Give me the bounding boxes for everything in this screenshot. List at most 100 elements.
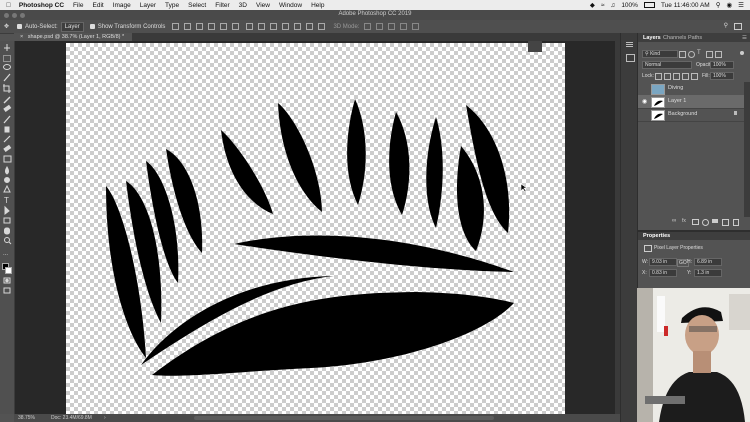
clock[interactable]: Tue 11:46:00 AM bbox=[661, 2, 710, 9]
add-mask-icon[interactable] bbox=[692, 219, 699, 225]
adjustment-layer-icon[interactable] bbox=[702, 219, 709, 226]
apple-icon[interactable]:  bbox=[6, 2, 11, 9]
screen-mode-icon[interactable] bbox=[3, 287, 11, 294]
visibility-eye-icon[interactable]: ◉ bbox=[642, 98, 647, 105]
align-vcenter-icon[interactable] bbox=[184, 23, 192, 30]
3d-orbit-icon[interactable] bbox=[364, 23, 372, 30]
marquee-tool[interactable] bbox=[3, 55, 11, 62]
background-color-swatch[interactable] bbox=[5, 267, 12, 274]
width-field[interactable]: 9.03 in bbox=[649, 258, 677, 266]
filter-pixel-icon[interactable] bbox=[679, 51, 686, 58]
distribute-top-icon[interactable] bbox=[246, 23, 254, 30]
menu-edit[interactable]: Edit bbox=[93, 2, 104, 9]
lock-position-icon[interactable] bbox=[673, 73, 680, 80]
filter-toggle-icon[interactable] bbox=[740, 51, 744, 55]
notification-center-icon[interactable]: ☰ bbox=[738, 1, 744, 9]
search-icon[interactable]: ⚲ bbox=[724, 22, 728, 29]
menu-help[interactable]: Help bbox=[311, 2, 324, 9]
menu-image[interactable]: Image bbox=[113, 2, 131, 9]
distribute-vcenter-icon[interactable] bbox=[258, 23, 266, 30]
rotate-view-icon[interactable] bbox=[528, 41, 542, 52]
3d-pan-icon[interactable] bbox=[388, 23, 396, 30]
align-bottom-icon[interactable] bbox=[196, 23, 204, 30]
menu-3d[interactable]: 3D bbox=[239, 2, 247, 9]
siri-icon[interactable]: ◉ bbox=[727, 1, 733, 9]
3d-slide-icon[interactable] bbox=[400, 23, 408, 30]
tab-layers[interactable]: Layers bbox=[643, 35, 661, 41]
volume-icon[interactable]: ♫ bbox=[610, 2, 615, 9]
status-menu-arrow-icon[interactable]: › bbox=[104, 415, 106, 421]
crop-tool[interactable] bbox=[3, 84, 11, 93]
eraser-tool[interactable] bbox=[3, 144, 12, 153]
align-hcenter-icon[interactable] bbox=[220, 23, 228, 30]
y-field[interactable]: 1.3 in bbox=[694, 269, 722, 277]
menu-layer[interactable]: Layer bbox=[140, 2, 156, 9]
tab-paths[interactable]: Paths bbox=[688, 35, 702, 41]
quick-select-tool[interactable] bbox=[3, 73, 11, 82]
lock-all-icon[interactable] bbox=[691, 73, 698, 80]
brush-tool[interactable] bbox=[3, 115, 11, 124]
move-tool-icon[interactable]: ✥ bbox=[4, 23, 9, 30]
document-canvas[interactable] bbox=[66, 43, 565, 414]
close-tab-icon[interactable]: × bbox=[20, 34, 23, 40]
filter-smart-object-icon[interactable] bbox=[715, 51, 722, 58]
move-tool[interactable] bbox=[4, 44, 10, 51]
zoom-tool[interactable] bbox=[4, 237, 12, 245]
new-group-icon[interactable] bbox=[712, 219, 718, 223]
shape-tool[interactable] bbox=[3, 217, 11, 224]
distribute-right-icon[interactable] bbox=[306, 23, 314, 30]
history-brush-tool[interactable] bbox=[3, 135, 11, 143]
fill-field[interactable]: 100% bbox=[710, 72, 734, 80]
trash-icon[interactable] bbox=[733, 219, 739, 226]
distribute-hcenter-icon[interactable] bbox=[294, 23, 302, 30]
wifi-icon[interactable]: ≈ bbox=[601, 2, 605, 9]
opacity-field[interactable]: 100% bbox=[710, 61, 734, 69]
filter-shape-icon[interactable] bbox=[706, 51, 713, 58]
layers-scrollbar[interactable] bbox=[744, 82, 750, 217]
menu-view[interactable]: View bbox=[256, 2, 270, 9]
workspace-icon[interactable] bbox=[734, 23, 742, 30]
blend-mode-dropdown[interactable]: Normal bbox=[642, 61, 692, 69]
healing-brush-tool[interactable] bbox=[3, 104, 12, 113]
gradient-tool[interactable] bbox=[3, 155, 12, 163]
tab-channels[interactable]: Channels bbox=[663, 35, 686, 41]
blur-tool[interactable] bbox=[5, 166, 9, 175]
menu-file[interactable]: File bbox=[73, 2, 83, 9]
layer-row-background[interactable]: Background bbox=[638, 108, 744, 122]
dropbox-icon[interactable]: ◆ bbox=[590, 1, 595, 9]
menu-type[interactable]: Type bbox=[165, 2, 179, 9]
lock-transparent-icon[interactable] bbox=[655, 73, 662, 80]
3d-roll-icon[interactable] bbox=[376, 23, 384, 30]
menu-select[interactable]: Select bbox=[188, 2, 206, 9]
distribute-left-icon[interactable] bbox=[282, 23, 290, 30]
clone-stamp-tool[interactable] bbox=[4, 126, 10, 133]
pen-tool[interactable] bbox=[3, 184, 11, 193]
layer-row-layer-1[interactable]: ◉ Layer 1 bbox=[638, 95, 744, 109]
align-right-icon[interactable] bbox=[232, 23, 240, 30]
eyedropper-tool[interactable] bbox=[3, 96, 11, 104]
horizontal-scrollbar[interactable] bbox=[194, 416, 494, 420]
align-top-icon[interactable] bbox=[172, 23, 180, 30]
filter-type-icon[interactable]: T bbox=[697, 50, 701, 56]
menu-app-name[interactable]: Photoshop CC bbox=[19, 2, 64, 9]
path-selection-tool[interactable] bbox=[4, 205, 10, 215]
link-layers-icon[interactable]: ∞ bbox=[672, 218, 676, 224]
fern-leaf-shape[interactable] bbox=[66, 43, 565, 414]
panel-menu-icon[interactable]: ☰ bbox=[742, 35, 747, 41]
show-transform-checkbox[interactable] bbox=[89, 24, 95, 29]
canvas-area[interactable] bbox=[15, 41, 620, 414]
distribute-bottom-icon[interactable] bbox=[270, 23, 278, 30]
lock-artboard-icon[interactable] bbox=[682, 73, 689, 80]
new-layer-icon[interactable] bbox=[722, 219, 729, 226]
menu-filter[interactable]: Filter bbox=[215, 2, 229, 9]
auto-select-checkbox[interactable] bbox=[17, 24, 23, 29]
layer-row-diving[interactable]: Diving bbox=[638, 82, 744, 96]
edit-toolbar-icon[interactable]: ... bbox=[3, 251, 8, 257]
height-field[interactable]: 6.89 in bbox=[694, 258, 722, 266]
lasso-tool[interactable] bbox=[3, 64, 11, 70]
document-tab[interactable]: × shape.psd @ 38.7% (Layer 1, RGB/8) * bbox=[14, 33, 133, 41]
auto-select-dropdown[interactable]: Layer bbox=[60, 21, 84, 32]
menu-window[interactable]: Window bbox=[279, 2, 302, 9]
quick-mask-icon[interactable] bbox=[3, 277, 11, 284]
zoom-level[interactable]: 38.75% bbox=[18, 415, 35, 421]
